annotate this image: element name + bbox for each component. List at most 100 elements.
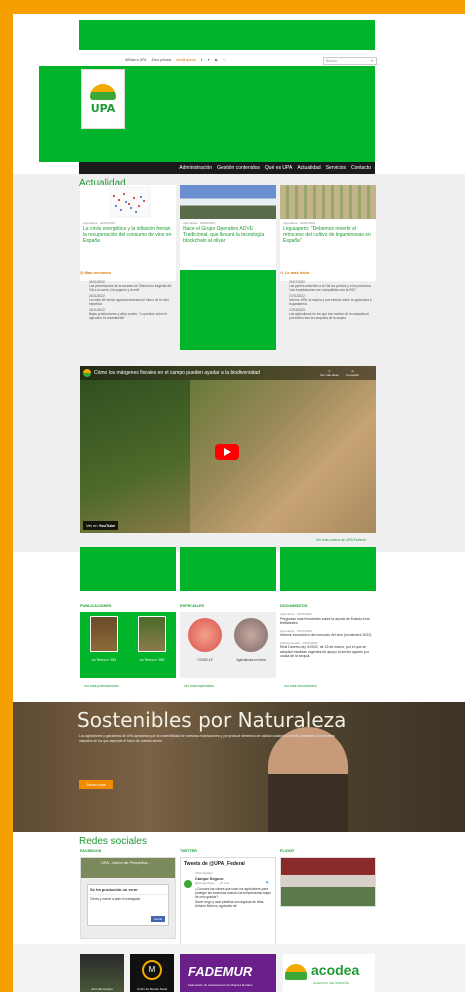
most-read-heading: ☆ Lo más leído: [280, 270, 310, 275]
tweet-text-2: Hacer riego y usar parafina son algunas …: [195, 900, 265, 908]
acodea-text: acodea: [311, 962, 360, 978]
more-publications-link[interactable]: ver más publicaciones: [84, 684, 119, 688]
fademur-logo[interactable]: FADEMUR Federación de Asociaciones de Mu…: [180, 954, 276, 992]
special-label[interactable]: COVID-19: [186, 658, 224, 662]
acodea-logo[interactable]: acodea AGENCIA DE ESPAÑA: [283, 954, 375, 992]
twitter-bird-icon: ✦: [265, 880, 270, 886]
ad-box: [180, 547, 276, 591]
twitter-title[interactable]: Tweets de @UPA_Federal: [181, 858, 275, 870]
news-card[interactable]: Agricultura · 24/01/2023 Nace el Grupo O…: [180, 185, 276, 281]
more-videos-link[interactable]: Ver más vídeos de UPA Federal: [316, 538, 366, 542]
nav-item-news[interactable]: Actualidad: [297, 165, 320, 171]
social-title: Redes sociales: [79, 836, 147, 847]
facebook-heading: FACEBOOK: [80, 849, 102, 853]
acodea-subtitle: AGENCIA DE ESPAÑA: [313, 981, 350, 985]
recent-heading: ◷ Más recientes: [80, 270, 112, 275]
list-item[interactable]: 21/07/2022 Las pymes advierten a la Ola l…: [289, 280, 375, 292]
acodea-emblem-icon: [285, 964, 307, 980]
nav-item-services[interactable]: Servicios: [326, 165, 346, 171]
fademur-subtitle: Federación de Asociaciones de Mujeres Ru…: [188, 983, 253, 987]
learn-more-button[interactable]: Saber más: [79, 780, 113, 789]
email-link[interactable]: info@upa.es: [176, 58, 196, 62]
card-title[interactable]: Nace el Grupo Operativo ADVE Tradicional…: [180, 225, 276, 245]
search-input[interactable]: Buscar: [323, 57, 377, 65]
document-item[interactable]: Política agraria · 15/07/2022 Real Decret…: [280, 641, 376, 659]
partner-name: Unión de Mundo Rural: [136, 987, 168, 991]
close-button[interactable]: Cerrar: [151, 916, 165, 922]
magazine-cover[interactable]: [90, 616, 118, 652]
upa-logo[interactable]: UPA: [81, 69, 125, 129]
publications-heading: PUBLICACIONES: [80, 604, 112, 608]
error-title: Se ha producido un error: [90, 887, 138, 892]
logo-text: UPA: [90, 101, 116, 115]
page: Afíliate a UPA Área privada info@upa.es …: [13, 14, 465, 992]
women-farmers-icon[interactable]: [234, 618, 268, 652]
nav-item-about[interactable]: Qué es UPA: [265, 165, 292, 171]
search-icon[interactable]: ⌕: [371, 58, 373, 63]
news-card[interactable]: Agricultura · 24/01/2023 La crisis energ…: [80, 185, 176, 281]
publications-box: La Tierra nº 281 La Tierra nº 280: [80, 612, 176, 678]
document-item[interactable]: Agricultura · 15/07/2022 Preguntas más fr…: [280, 612, 376, 626]
facebook-page-name[interactable]: UPA - Unión de Pequeños...: [101, 860, 151, 865]
most-read-list: 21/07/2022 Las pymes advierten a la Ola l…: [289, 280, 375, 322]
share-button[interactable]: ➦ Compartir: [346, 369, 359, 377]
facebook-widget[interactable]: UPA - Unión de Pequeños... Se ha produci…: [80, 857, 176, 939]
magazine-cover[interactable]: [138, 616, 166, 652]
ad-box: [80, 547, 176, 591]
magazine-label[interactable]: La Tierra nº 281: [88, 658, 120, 662]
news-card[interactable]: Agricultura · 24/01/2023 Leguiapero: "De…: [280, 185, 376, 281]
specials-box: COVID-19 Agricultoras en línea: [180, 612, 276, 678]
card-title[interactable]: La crisis energética y la inflación fren…: [80, 225, 176, 245]
twitter-widget[interactable]: Tweets de @UPA_Federal UPA retwitteó Cam…: [180, 857, 276, 947]
list-item[interactable]: 24/11/2022 La crisis del sector agrícola …: [89, 294, 175, 306]
play-icon: [224, 448, 231, 456]
youtube-icon[interactable]: ▶: [215, 58, 218, 62]
field-vegetation: [80, 380, 190, 533]
recent-list: 24/11/2022 Las perversiones de la escasez…: [89, 280, 175, 322]
main-nav: Administración Gestión contenidos Qué es…: [79, 162, 375, 174]
video-title[interactable]: Cómo los márgenes florales en el campo p…: [94, 370, 260, 376]
channel-avatar[interactable]: [83, 369, 91, 377]
partner-logo[interactable]: Arco del Campo: [80, 954, 124, 992]
special-label[interactable]: Agricultoras en línea: [232, 658, 270, 662]
more-documents-link[interactable]: ver más documentos: [284, 684, 317, 688]
nav-item-contact[interactable]: Contacto: [351, 165, 371, 171]
flickr-heading: FLICKR: [280, 849, 294, 853]
list-item[interactable]: 24/11/2022 Bajas producciones y altos cos…: [89, 308, 175, 320]
utility-bar: Afíliate a UPA Área privada info@upa.es …: [125, 58, 226, 62]
banner-text: Los agricultores y ganaderos de UPA apos…: [79, 734, 335, 743]
error-text: Cierra y vuelve a abrir el navegador: [88, 894, 168, 903]
magazine-label[interactable]: La Tierra nº 280: [136, 658, 168, 662]
document-item[interactable]: Agricultura · 15/07/2022 Informe económic…: [280, 629, 376, 638]
play-button[interactable]: [215, 444, 239, 460]
ad-box: [280, 547, 376, 591]
chart-image: [80, 185, 176, 219]
more-icon[interactable]: ⋯: [223, 58, 227, 62]
watch-later-button[interactable]: ◷ Ver más tarde: [320, 369, 339, 377]
covid-icon[interactable]: [188, 618, 222, 652]
nav-item-admin[interactable]: Administración: [179, 165, 212, 171]
watch-on-youtube[interactable]: Ver en YouTube: [83, 521, 119, 530]
card-title[interactable]: Leguiapero: "Debemos revertir el retroce…: [280, 225, 376, 245]
mountain-image: [180, 185, 276, 219]
youtube-logo: YouTube: [98, 523, 116, 528]
twitter-icon[interactable]: ✦: [207, 58, 210, 62]
banner-title: Sostenibles por Naturaleza: [77, 708, 347, 732]
top-banner-ad: [79, 20, 375, 50]
side-ad-box: [180, 270, 276, 350]
documents-list: Agricultura · 15/07/2022 Preguntas más fr…: [280, 612, 376, 662]
list-item[interactable]: 17/03/2023 Las agricultoras en los que so…: [289, 308, 375, 320]
video-player[interactable]: Cómo los márgenes florales en el campo p…: [80, 366, 376, 533]
list-item[interactable]: 17/11/2022 Informe UPA: la sequía y sus e…: [289, 294, 375, 306]
partner-name: Arco del Campo: [91, 987, 113, 991]
avatar[interactable]: [184, 880, 192, 888]
more-specials-link[interactable]: ver más especiales: [184, 684, 214, 688]
private-area-link[interactable]: Área privada: [152, 58, 172, 62]
flickr-photo[interactable]: [280, 857, 376, 907]
affiliate-link[interactable]: Afíliate a UPA: [125, 58, 147, 62]
list-item[interactable]: 24/11/2022 Las perversiones de la escasez…: [89, 280, 175, 292]
chart-thumbnail-icon: [109, 186, 151, 218]
partner-logo[interactable]: M Unión de Mundo Rural: [130, 954, 174, 992]
nav-item-content[interactable]: Gestión contenidos: [217, 165, 260, 171]
facebook-icon[interactable]: f: [201, 58, 202, 62]
